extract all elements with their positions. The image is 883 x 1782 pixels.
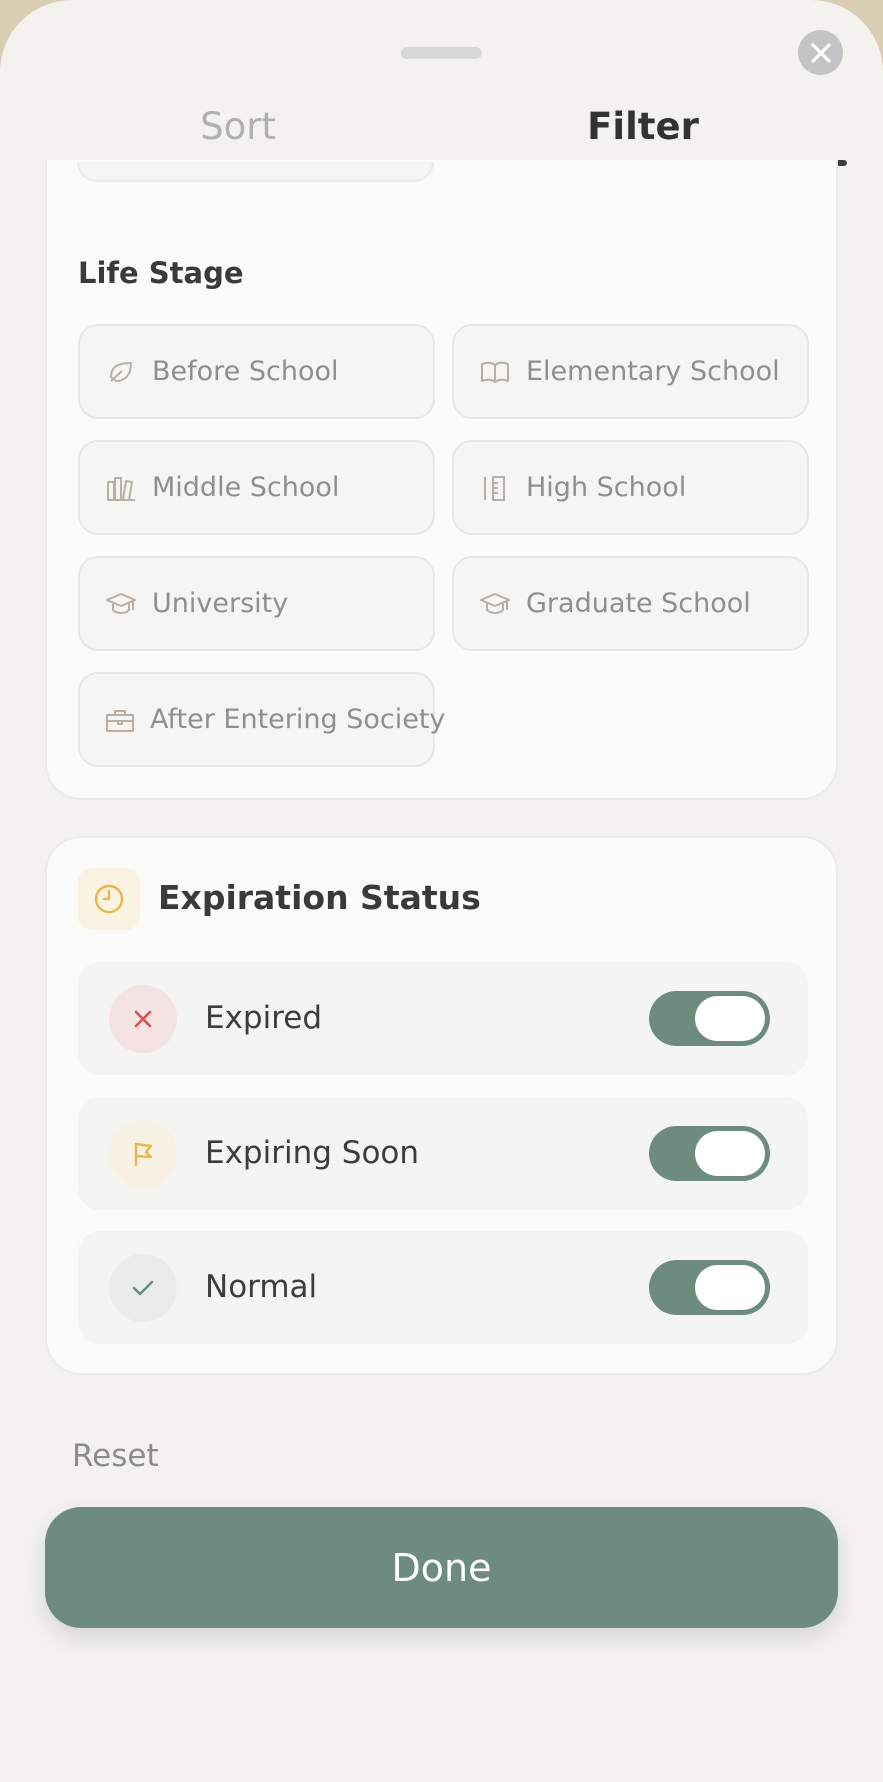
ruler-icon xyxy=(478,471,512,505)
tab-filter[interactable]: Filter xyxy=(443,80,843,172)
book-icon xyxy=(478,355,512,389)
chip-high-school[interactable]: High School xyxy=(452,440,809,535)
chip-label: Elementary School xyxy=(526,356,780,387)
status-label: Expired xyxy=(205,1000,323,1036)
tab-bar: Sort Filter xyxy=(0,80,883,172)
chip-graduate-school[interactable]: Graduate School xyxy=(452,556,809,651)
chip-before-school[interactable]: Before School xyxy=(78,324,435,419)
status-label: Expiring Soon xyxy=(205,1135,420,1171)
books-icon xyxy=(104,471,138,505)
done-button[interactable]: Done xyxy=(45,1507,838,1628)
chip-label: Graduate School xyxy=(526,588,751,619)
chip-middle-school[interactable]: Middle School xyxy=(78,440,435,535)
sheet-grabber[interactable] xyxy=(401,47,482,59)
life-stage-title: Life Stage xyxy=(78,256,244,290)
expired-toggle[interactable] xyxy=(649,991,770,1046)
previous-section-chip xyxy=(77,162,434,182)
chip-label: University xyxy=(152,588,289,619)
clock-icon xyxy=(78,868,140,930)
flag-icon xyxy=(109,1120,177,1188)
life-stage-card: Life Stage Before School Elementary Scho… xyxy=(45,160,838,800)
chip-label: High School xyxy=(526,472,687,503)
status-label: Normal xyxy=(205,1269,318,1305)
expiring-soon-toggle[interactable] xyxy=(649,1126,770,1181)
filter-sheet: Sort Filter Life Stage Before School Ele… xyxy=(0,0,883,1782)
chip-label: Before School xyxy=(152,356,339,387)
check-icon xyxy=(109,1254,177,1322)
expiration-status-card: Expiration Status Expired Expiring Soon … xyxy=(45,836,838,1375)
chip-label: After Entering Society xyxy=(150,704,446,735)
toggle-knob xyxy=(695,1265,765,1310)
graduation-cap-icon xyxy=(478,587,512,621)
x-icon xyxy=(109,985,177,1053)
toggle-knob xyxy=(695,1131,765,1176)
status-row-normal[interactable]: Normal xyxy=(78,1231,808,1344)
graduation-cap-icon xyxy=(104,587,138,621)
expiration-status-title: Expiration Status xyxy=(158,878,481,917)
tab-sort[interactable]: Sort xyxy=(38,80,438,172)
chip-after-entering-society[interactable]: After Entering Society xyxy=(78,672,445,767)
status-row-expiring-soon[interactable]: Expiring Soon xyxy=(78,1097,808,1210)
leaf-icon xyxy=(104,355,138,389)
briefcase-icon xyxy=(104,703,136,737)
reset-button[interactable]: Reset xyxy=(72,1438,159,1474)
chip-university[interactable]: University xyxy=(78,556,435,651)
normal-toggle[interactable] xyxy=(649,1260,770,1315)
chip-elementary-school[interactable]: Elementary School xyxy=(452,324,809,419)
close-button[interactable] xyxy=(798,30,843,75)
toggle-knob xyxy=(695,996,765,1041)
chip-label: Middle School xyxy=(152,472,340,503)
close-icon xyxy=(810,42,831,63)
status-row-expired[interactable]: Expired xyxy=(78,962,808,1075)
